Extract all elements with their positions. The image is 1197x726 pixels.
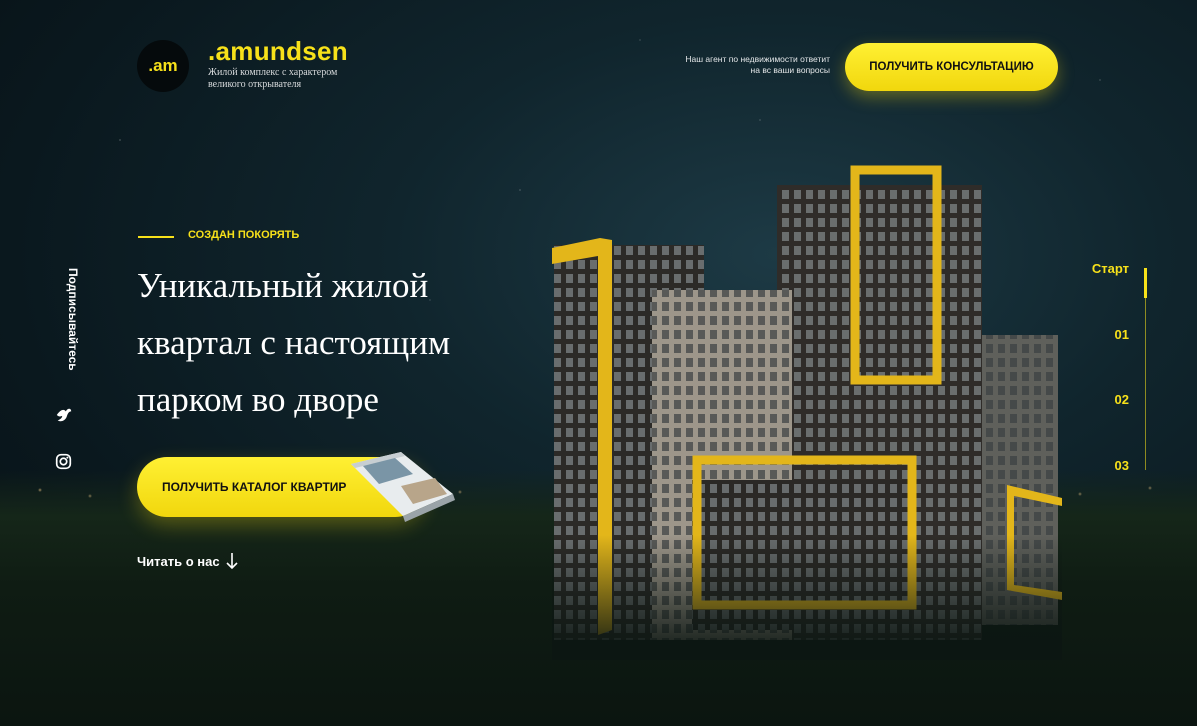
- catalog-book-image: [351, 452, 455, 522]
- slide-nav-01[interactable]: 01: [1115, 327, 1129, 342]
- get-consultation-button[interactable]: ПОЛУЧИТЬ КОНСУЛЬТАЦИЮ: [845, 43, 1058, 91]
- logo-badge[interactable]: .am: [137, 40, 189, 92]
- hero-title: Уникальный жилой квартал с настоящим пар…: [137, 266, 451, 419]
- slide-nav-03[interactable]: 03: [1115, 458, 1129, 473]
- building-illustration: [552, 160, 1062, 660]
- brand-tagline: Жилой комплекс с характером великого отк…: [208, 67, 338, 90]
- eyebrow-accent-line: [138, 236, 174, 238]
- slide-nav-02[interactable]: 02: [1115, 392, 1129, 407]
- read-about-link[interactable]: Читать о нас: [137, 552, 238, 570]
- read-about-label: Читать о нас: [137, 553, 220, 569]
- logo-text: .am: [148, 56, 178, 75]
- bird-icon[interactable]: [55, 406, 73, 424]
- slide-nav-track: [1145, 268, 1146, 470]
- slide-nav-start[interactable]: Старт: [1092, 261, 1129, 276]
- hero-eyebrow: СОЗДАН ПОКОРЯТЬ: [188, 229, 300, 241]
- brand-name[interactable]: .amundsen: [208, 36, 348, 67]
- arrow-down-icon: [225, 553, 238, 570]
- subscribe-label: Подписывайтесь: [66, 268, 80, 371]
- instagram-icon[interactable]: [55, 453, 72, 470]
- agent-info-text: Наш агент по недвижимости ответит на вс …: [685, 54, 830, 75]
- slide-nav-active-indicator: [1144, 268, 1147, 298]
